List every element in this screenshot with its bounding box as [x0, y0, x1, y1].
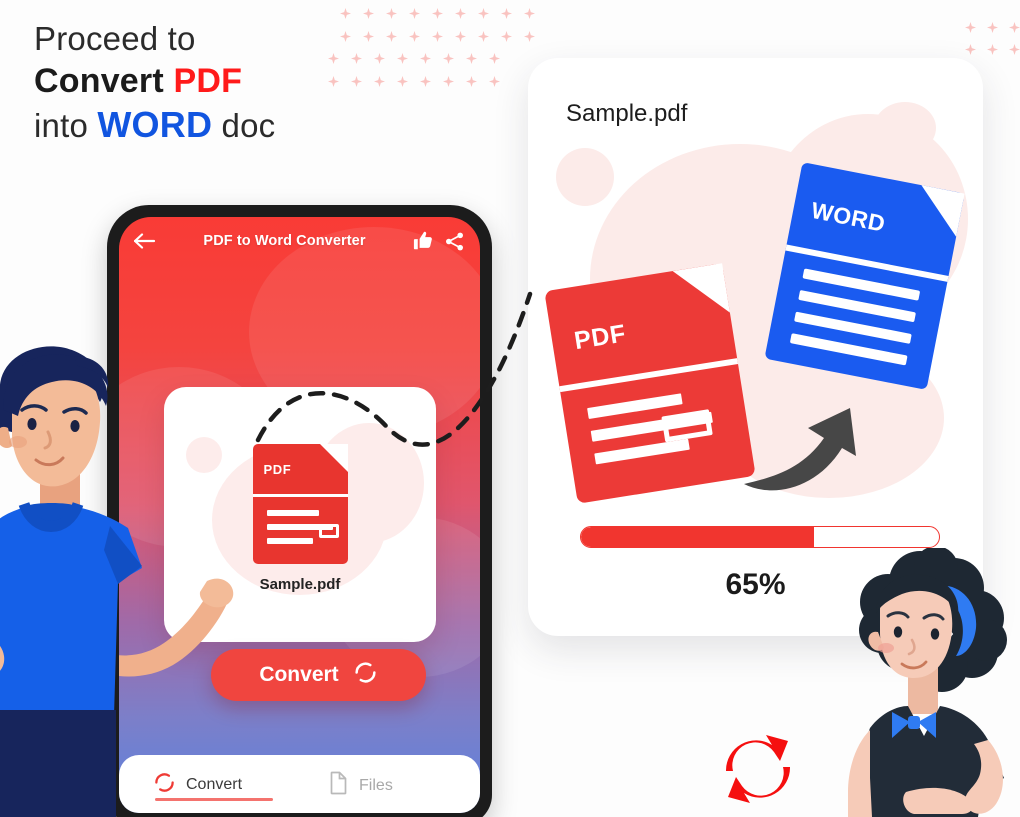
- decor-dot-grid-top-right: [965, 22, 1020, 66]
- source-pdf-document: PDF: [544, 263, 756, 504]
- refresh-icon: [353, 660, 378, 691]
- male-character: [0, 336, 158, 817]
- headline-word-word: WORD: [97, 104, 213, 146]
- result-file-name: Sample.pdf: [566, 100, 688, 127]
- headline-convert-word: Convert: [34, 61, 174, 100]
- pdf-document-icon: PDF: [252, 444, 348, 564]
- file-icon: [328, 771, 349, 800]
- decor-blob: [556, 148, 614, 206]
- arrow-left-icon[interactable]: [133, 229, 157, 253]
- conversion-progress-fill: [581, 527, 814, 547]
- nav-tab-files-label: Files: [359, 776, 393, 794]
- decor-blob: [874, 102, 936, 154]
- convert-button[interactable]: Convert: [211, 649, 426, 701]
- thumbs-up-icon[interactable]: [412, 229, 436, 253]
- headline-into-word: into: [34, 107, 98, 145]
- bottom-navigation-bar: Convert Files: [119, 755, 480, 813]
- app-bar-title: PDF to Word Converter: [203, 233, 366, 249]
- nav-active-indicator: [155, 798, 273, 801]
- phone-screen: PDF to Word Converter PDF Sample.pdf Con…: [119, 217, 480, 813]
- headline-doc-word: doc: [212, 107, 276, 145]
- female-character: [836, 546, 1020, 817]
- app-bar: PDF to Word Converter: [119, 217, 480, 265]
- poster-canvas: Proceed to Convert PDF into WORD doc PDF…: [0, 0, 1020, 817]
- headline-pdf-word: PDF: [173, 61, 243, 100]
- curved-arrow-icon: [738, 398, 868, 503]
- headline: Proceed to Convert PDF into WORD doc: [34, 18, 454, 148]
- headline-line-1: Proceed to: [34, 20, 196, 57]
- conversion-progress-bar: [580, 526, 940, 548]
- nav-tab-convert-label: Convert: [186, 776, 243, 793]
- headline-line-3: into WORD doc: [34, 102, 454, 147]
- nav-tab-convert[interactable]: Convert: [153, 771, 242, 799]
- convert-button-label: Convert: [259, 663, 339, 686]
- phone-mockup: PDF to Word Converter PDF Sample.pdf Con…: [107, 205, 492, 817]
- nav-tab-files[interactable]: Files: [328, 771, 393, 800]
- file-name-label: Sample.pdf: [259, 576, 341, 593]
- share-icon[interactable]: [442, 229, 466, 253]
- sync-refresh-icon: [714, 727, 802, 814]
- headline-line-2: Convert PDF: [34, 60, 454, 103]
